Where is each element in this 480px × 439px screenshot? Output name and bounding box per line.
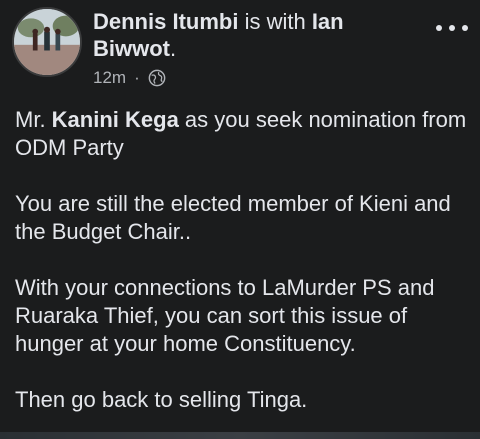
post-header: Dennis Itumbi is with Ian Biwwot. 12m · — [0, 0, 480, 100]
dot-3 — [462, 25, 468, 31]
mentioned-name: Kanini Kega — [51, 107, 179, 132]
bottom-strip — [0, 432, 480, 439]
author-line: Dennis Itumbi is with Ian Biwwot. — [93, 8, 423, 62]
dot-2 — [449, 25, 455, 31]
p1-prefix: Mr. — [15, 107, 52, 132]
tagged-suffix: . — [170, 36, 177, 61]
avatar[interactable] — [12, 7, 82, 77]
avatar-photo — [14, 9, 80, 75]
post-body: Mr. Kanini Kega as you seek nomination f… — [15, 106, 475, 439]
more-dots-icon[interactable] — [436, 18, 468, 38]
post-meta: 12m · — [93, 68, 166, 88]
post-card: Dennis Itumbi is with Ian Biwwot. 12m · … — [0, 0, 480, 439]
paragraph-2: You are still the elected member of Kien… — [15, 191, 451, 244]
with-text: is with — [238, 9, 312, 34]
meta-separator: · — [134, 68, 140, 87]
author-name[interactable]: Dennis Itumbi — [93, 9, 238, 34]
globe-icon[interactable] — [148, 69, 166, 87]
paragraph-4: Then go back to selling Tinga. — [15, 387, 308, 412]
paragraph-3: With your connections to LaMurder PS and… — [15, 275, 435, 356]
post-time[interactable]: 12m — [93, 68, 126, 88]
paragraph-1: Mr. Kanini Kega as you seek nomination f… — [15, 106, 475, 162]
dot-1 — [436, 25, 442, 31]
